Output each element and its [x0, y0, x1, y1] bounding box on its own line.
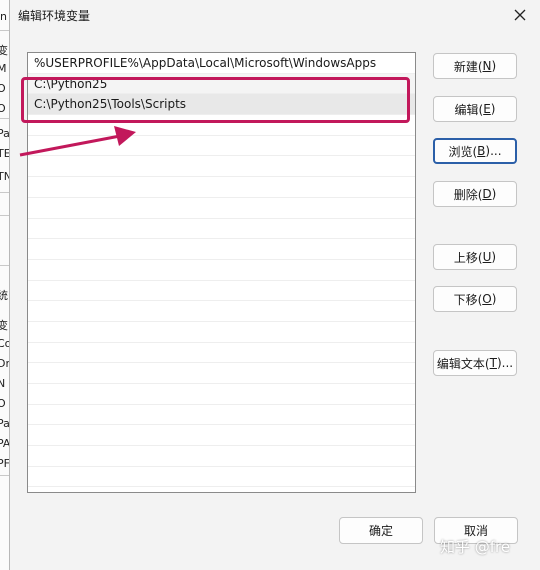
path-list-item[interactable]: C:\Python25: [28, 73, 415, 95]
background-text-fragment: O: [0, 102, 6, 115]
background-text-fragment: TE: [0, 147, 9, 160]
browse-button-label: 浏览(: [448, 144, 478, 159]
delete-button[interactable]: 删除(D): [433, 181, 517, 207]
path-list-item[interactable]: %USERPROFILE%\AppData\Local\Microsoft\Wi…: [28, 53, 415, 74]
background-text-fragment: Pa: [0, 127, 9, 140]
edit-button[interactable]: 编辑(E): [433, 96, 517, 122]
background-text-fragment: TN: [0, 170, 9, 183]
path-list[interactable]: %USERPROFILE%\AppData\Local\Microsoft\Wi…: [27, 52, 416, 493]
watermark: 知乎 @fre: [440, 538, 511, 556]
move-up-button-key: U: [482, 250, 492, 264]
new-button-label: 新建(: [453, 59, 483, 74]
move-down-button-tail: ): [491, 292, 497, 306]
background-text-fragment: M: [0, 62, 7, 75]
close-button[interactable]: [509, 4, 531, 26]
path-list-empty-row[interactable]: [28, 136, 415, 157]
edit-text-button-tail: )...: [496, 356, 514, 370]
background-text-fragment: Co: [0, 337, 9, 350]
edit-text-button-label: 编辑文本(: [436, 356, 490, 371]
move-up-button[interactable]: 上移(U): [433, 244, 517, 270]
background-text-fragment: Pa: [0, 417, 9, 430]
path-list-empty-row[interactable]: [28, 115, 415, 136]
background-text-fragment: O: [0, 82, 6, 95]
delete-button-label: 删除(: [453, 187, 483, 202]
path-list-item[interactable]: C:\Python25\Tools\Scripts: [28, 94, 415, 116]
ok-button-label: 确定: [368, 524, 393, 538]
path-list-empty-row[interactable]: [28, 363, 415, 384]
background-text-fragment: O: [0, 397, 6, 410]
background-text-fragment: 统: [0, 289, 8, 302]
edit-button-label: 编辑(: [454, 102, 484, 117]
ok-button[interactable]: 确定: [339, 517, 423, 544]
path-list-empty-row[interactable]: [28, 322, 415, 343]
browse-button-key: B: [477, 144, 486, 158]
move-down-button-key: O: [482, 292, 492, 306]
new-button[interactable]: 新建(N): [433, 53, 517, 79]
delete-button-tail: ): [491, 187, 497, 201]
new-button-key: N: [482, 59, 492, 73]
move-up-button-label: 上移(: [453, 250, 483, 265]
path-list-empty-row[interactable]: [28, 425, 415, 447]
background-text-fragment: PF: [0, 457, 9, 470]
edit-button-key: E: [483, 102, 491, 116]
window-title: 编辑环境变量: [18, 9, 91, 23]
path-list-empty-row[interactable]: [28, 446, 415, 467]
path-list-empty-row[interactable]: [28, 281, 415, 302]
path-list-empty-row[interactable]: [28, 384, 415, 405]
edit-text-button-key: T: [489, 356, 497, 370]
path-list-empty-row[interactable]: [28, 177, 415, 198]
path-list-empty-row[interactable]: [28, 301, 415, 322]
move-up-button-tail: ): [491, 250, 497, 264]
path-list-empty-row[interactable]: [28, 219, 415, 240]
background-text-fragment: 变: [0, 44, 8, 57]
title-bar: 编辑环境变量: [10, 0, 540, 30]
move-down-button[interactable]: 下移(O): [433, 286, 517, 312]
path-list-empty-row[interactable]: [28, 467, 415, 488]
delete-button-key: D: [482, 187, 492, 201]
edit-text-button[interactable]: 编辑文本(T)...: [433, 350, 517, 376]
path-list-empty-row[interactable]: [28, 405, 415, 426]
background-text-fragment: PA: [0, 437, 9, 450]
new-button-tail: ): [491, 59, 497, 73]
background-text-fragment: 变: [0, 319, 8, 332]
edit-env-var-dialog: 编辑环境变量 %USERPROFILE%\AppData\Local\Micro…: [9, 0, 540, 570]
path-list-empty-row[interactable]: [28, 343, 415, 364]
edit-button-tail: ): [490, 102, 496, 116]
background-text-fragment: Dr: [0, 357, 9, 370]
background-text-fragment: N: [0, 377, 6, 390]
path-list-empty-row[interactable]: [28, 239, 415, 260]
background-text-fragment: in: [0, 10, 8, 23]
close-icon: [514, 9, 526, 21]
path-list-empty-row[interactable]: [28, 156, 415, 178]
move-down-button-label: 下移(: [453, 292, 483, 307]
browse-button[interactable]: 浏览(B)...: [433, 138, 517, 164]
browse-button-tail: )...: [485, 144, 502, 158]
path-list-empty-row[interactable]: [28, 198, 415, 219]
path-list-empty-row[interactable]: [28, 260, 415, 281]
